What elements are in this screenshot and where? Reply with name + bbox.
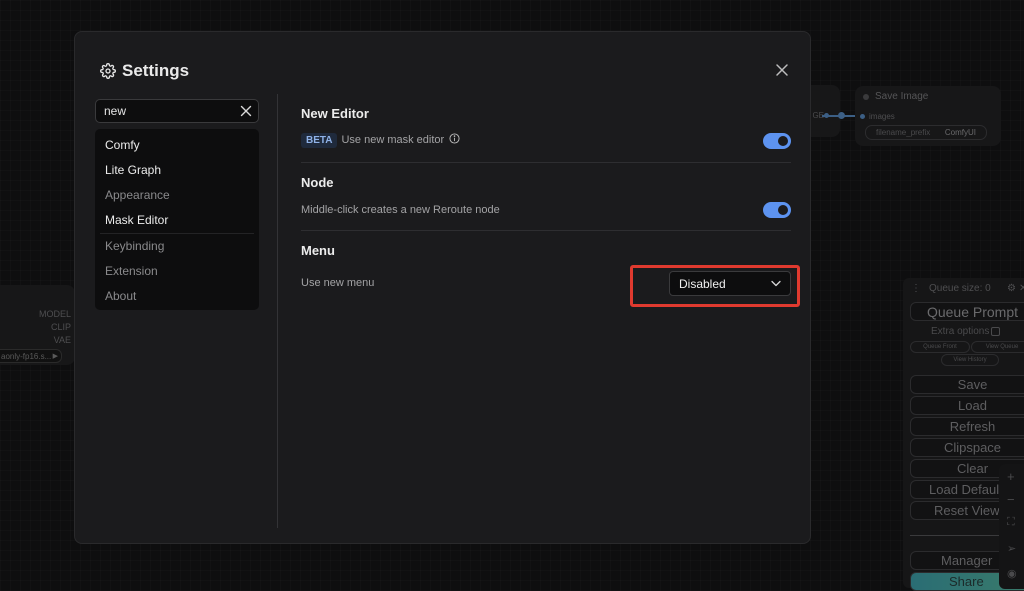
drag-handle-icon[interactable]: ⋮ xyxy=(911,283,921,294)
setting-middle-click-reroute: Middle-click creates a new Reroute node xyxy=(301,201,791,221)
checkpoint-loader-node[interactable]: MODEL CLIP VAE aonly-fp16.s... ▶ xyxy=(0,285,75,365)
view-history-button[interactable]: View History xyxy=(941,354,999,366)
output-vae: VAE xyxy=(53,335,71,345)
queue-size: Queue size: 0 xyxy=(929,283,991,294)
dialog-title: Settings xyxy=(122,61,190,80)
mask-editor-toggle[interactable] xyxy=(763,133,791,149)
section-title-new-editor: New Editor xyxy=(301,106,369,121)
play-icon: ▶ xyxy=(52,353,58,360)
reroute-toggle[interactable] xyxy=(763,202,791,218)
queue-prompt-button[interactable]: Queue Prompt xyxy=(910,302,1024,321)
link-midpoint[interactable] xyxy=(838,112,845,119)
widget-key: filename_prefix xyxy=(876,128,931,137)
category-mask-editor[interactable]: Mask Editor xyxy=(105,213,168,227)
row-divider xyxy=(301,162,791,163)
setting-label: Middle-click creates a new Reroute node xyxy=(301,204,500,216)
link-output-dot xyxy=(824,113,829,118)
row-divider xyxy=(301,230,791,231)
select-value: Disabled xyxy=(679,277,726,291)
info-icon[interactable] xyxy=(449,133,460,144)
beta-badge: BETA xyxy=(301,133,338,148)
ckpt-name-value: aonly-fp16.s... xyxy=(1,352,52,361)
queue-front-button[interactable]: Queue Front xyxy=(910,341,970,353)
extra-options-label: Extra options xyxy=(931,326,990,337)
filename-prefix-widget[interactable]: filename_prefix ComfyUI xyxy=(865,125,987,140)
category-about[interactable]: About xyxy=(105,289,136,303)
section-title-menu: Menu xyxy=(301,243,335,258)
close-icon[interactable]: ✕ xyxy=(1019,283,1024,294)
load-button[interactable]: Load xyxy=(910,396,1024,415)
use-new-menu-select[interactable]: Disabled xyxy=(669,271,791,296)
extra-options-checkbox[interactable] xyxy=(991,326,1001,336)
extra-options[interactable]: Extra options xyxy=(931,326,1001,337)
zoom-out-icon[interactable]: − xyxy=(1007,492,1015,507)
input-slot-dot[interactable] xyxy=(860,114,865,119)
category-divider xyxy=(100,233,254,234)
close-icon[interactable] xyxy=(774,62,790,78)
dialog-header: Settings xyxy=(100,61,189,81)
view-queue-button[interactable]: View Queue xyxy=(971,341,1024,353)
category-extension[interactable]: Extension xyxy=(105,264,158,278)
input-images-label: images xyxy=(869,112,895,121)
clipspace-button[interactable]: Clipspace xyxy=(910,438,1024,457)
widget-value: ComfyUI xyxy=(944,128,976,137)
clear-search-icon[interactable] xyxy=(240,105,252,117)
setting-use-new-mask-editor: BETA Use new mask editor xyxy=(301,132,791,152)
search-input[interactable] xyxy=(104,100,234,122)
setting-label: Use new mask editor xyxy=(341,134,445,146)
category-list: Comfy Lite Graph Appearance Mask Editor … xyxy=(95,129,259,310)
navigate-icon[interactable]: ➢ xyxy=(1007,542,1016,555)
gear-icon xyxy=(100,63,116,79)
refresh-button[interactable]: Refresh xyxy=(910,417,1024,436)
panel-divider xyxy=(277,94,278,528)
output-model: MODEL xyxy=(38,309,71,319)
category-comfy[interactable]: Comfy xyxy=(105,138,140,152)
output-clip: CLIP xyxy=(50,322,71,332)
category-keybinding[interactable]: Keybinding xyxy=(105,239,164,253)
settings-dialog: Settings Comfy Lite Graph Appearance Mas… xyxy=(74,31,811,544)
settings-gear-icon[interactable]: ⚙ xyxy=(1007,283,1016,294)
canvas-toolbar: + − ⛶ ➢ ◉ xyxy=(999,464,1024,589)
fit-view-icon[interactable]: ⛶ xyxy=(1007,516,1015,529)
section-title-node: Node xyxy=(301,175,334,190)
node-collapse-dot[interactable] xyxy=(863,94,869,100)
save-button[interactable]: Save xyxy=(910,375,1024,394)
node-title: Save Image xyxy=(875,91,929,102)
eye-icon[interactable]: ◉ xyxy=(1007,567,1017,580)
settings-search[interactable] xyxy=(95,99,259,123)
ckpt-name-widget[interactable]: aonly-fp16.s... ▶ xyxy=(0,349,62,363)
chevron-down-icon xyxy=(771,280,781,287)
zoom-in-icon[interactable]: + xyxy=(1007,469,1015,484)
category-lite-graph[interactable]: Lite Graph xyxy=(105,163,161,177)
category-appearance[interactable]: Appearance xyxy=(105,188,170,202)
setting-label: Use new menu xyxy=(301,277,375,289)
save-image-node[interactable]: Save Image images filename_prefix ComfyU… xyxy=(855,86,1001,146)
